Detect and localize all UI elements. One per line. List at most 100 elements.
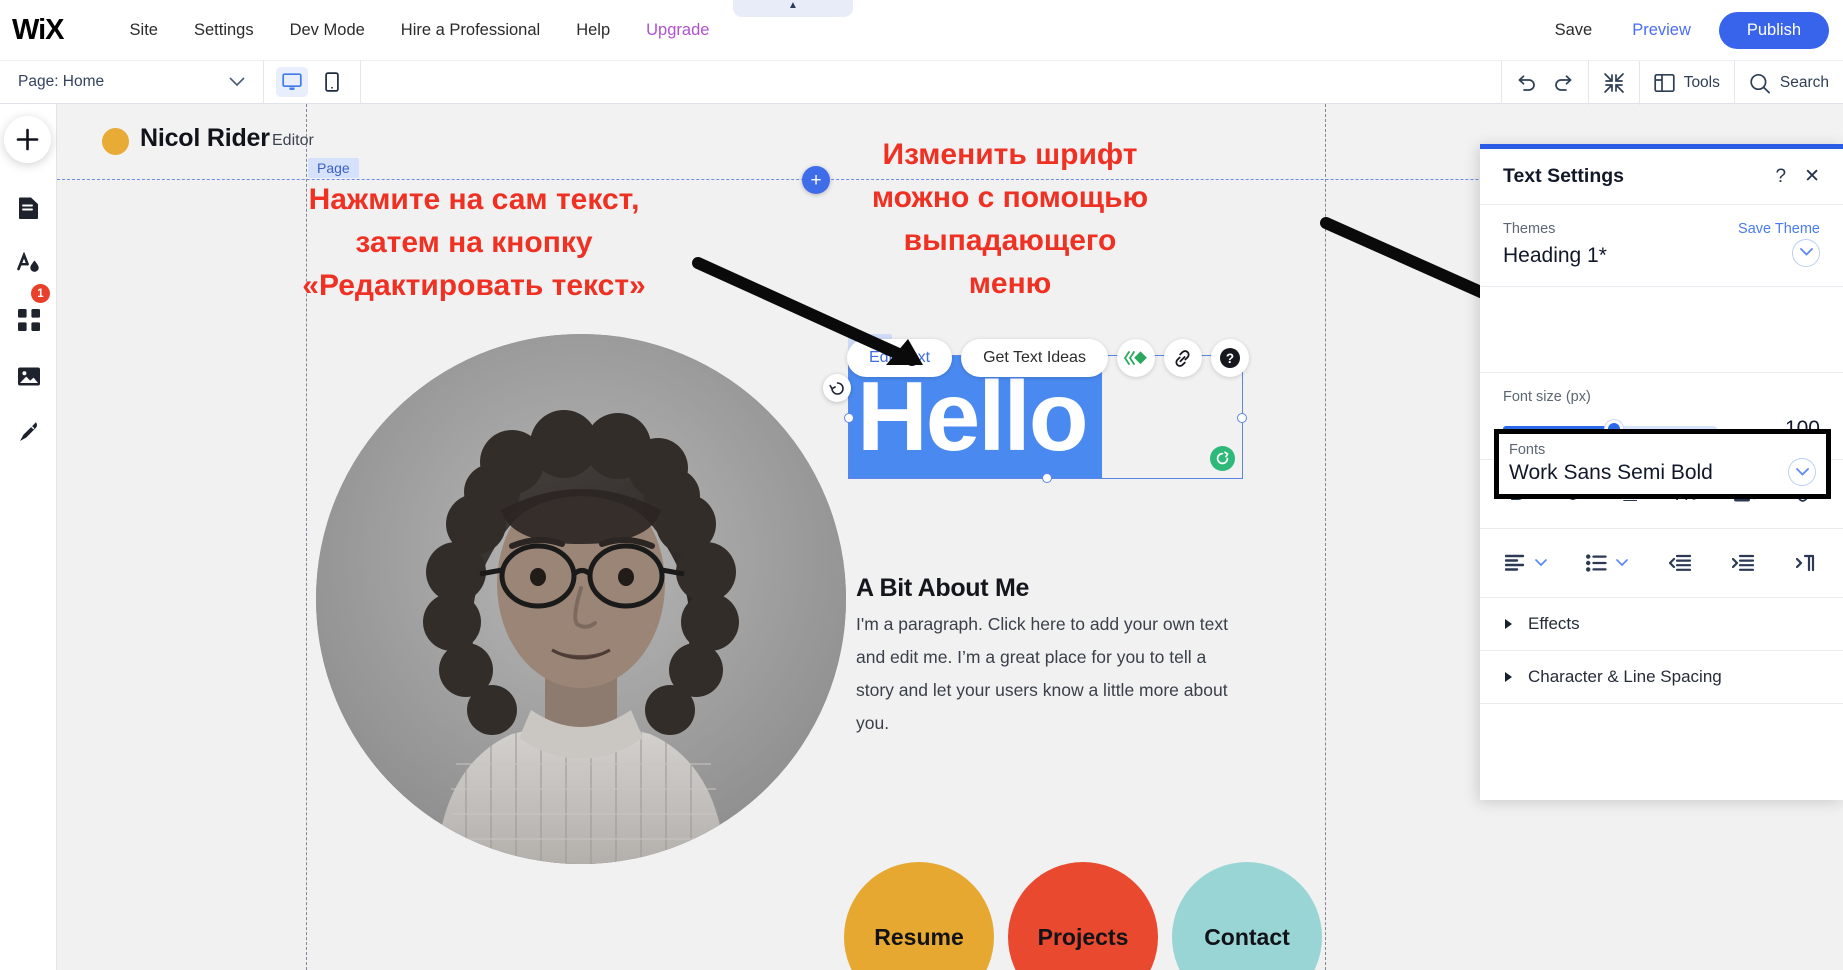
- svg-text:?: ?: [1226, 351, 1234, 366]
- panel-title: Text Settings: [1503, 165, 1624, 188]
- fonts-section: Fonts Work Sans Semi Bold: [1480, 287, 1843, 373]
- sidebar-item-pages[interactable]: [0, 180, 57, 236]
- list-style-button[interactable]: [1586, 550, 1628, 576]
- tools-button[interactable]: Tools: [1654, 73, 1720, 93]
- search-label: Search: [1780, 74, 1829, 92]
- chevron-down-icon: [1616, 559, 1628, 568]
- effects-accordion[interactable]: Effects: [1480, 598, 1843, 651]
- preview-button[interactable]: Preview: [1612, 15, 1711, 46]
- desktop-view-button[interactable]: [276, 67, 308, 97]
- fonts-label: Fonts: [1509, 442, 1816, 458]
- page-section-tag: Page: [308, 158, 359, 178]
- image-icon: [17, 366, 41, 387]
- plus-icon: [16, 128, 39, 151]
- animation-diamond-icon: [1124, 350, 1147, 366]
- about-paragraph[interactable]: I'm a paragraph. Click here to add your …: [856, 608, 1241, 740]
- text-direction-button[interactable]: [1794, 550, 1818, 576]
- rotate-handle[interactable]: [1210, 446, 1235, 471]
- undo-button[interactable]: [1516, 73, 1538, 93]
- zoom-out-group: [1588, 61, 1639, 105]
- chevron-down-icon: [1800, 248, 1813, 257]
- wix-editor-window: WiX Site Settings Dev Mode Hire a Profes…: [0, 0, 1843, 970]
- about-heading[interactable]: A Bit About Me: [856, 574, 1029, 603]
- top-bar-actions: Save Preview Publish: [1535, 0, 1829, 60]
- annotation-left-line-2: затем на кнопку: [254, 221, 694, 264]
- rotate-cw-icon: [1215, 451, 1230, 466]
- decrease-indent-button[interactable]: [1668, 550, 1692, 576]
- chevron-up-icon: ▲: [788, 0, 798, 12]
- editor-toolbar: Page: Home: [0, 60, 1843, 104]
- effects-label: Effects: [1528, 614, 1580, 634]
- text-align-button[interactable]: [1505, 550, 1547, 576]
- circle-button-contact[interactable]: Contact: [1172, 862, 1322, 970]
- annotation-left-line-1: Нажмите на сам текст,: [254, 178, 694, 221]
- left-sidebar: 1: [0, 104, 57, 970]
- save-button[interactable]: Save: [1535, 15, 1613, 46]
- circle-button-resume[interactable]: Resume: [844, 862, 994, 970]
- circle-button-projects[interactable]: Projects: [1008, 862, 1158, 970]
- resize-handle-right[interactable]: [1237, 413, 1247, 423]
- sidebar-item-site-design[interactable]: [0, 236, 57, 292]
- publish-button[interactable]: Publish: [1719, 12, 1829, 49]
- add-elements-button[interactable]: [4, 116, 51, 163]
- panel-layout-icon: [1654, 73, 1675, 93]
- animation-button[interactable]: [1117, 339, 1155, 377]
- rtl-direction-icon: [1796, 554, 1816, 572]
- increase-indent-button[interactable]: [1731, 550, 1755, 576]
- triangle-right-icon: [1505, 672, 1512, 682]
- undo-icon: [1516, 73, 1538, 93]
- resize-handle-left[interactable]: [844, 413, 854, 423]
- view-mode-switch: [264, 60, 361, 104]
- menu-item-site[interactable]: Site: [112, 15, 176, 46]
- fonts-highlight-box: Fonts Work Sans Semi Bold: [1494, 429, 1831, 499]
- zoom-out-button[interactable]: [1603, 72, 1625, 94]
- profile-photo[interactable]: [316, 334, 846, 864]
- resize-handle-bottom[interactable]: [1042, 473, 1052, 483]
- menu-item-hire-a-professional[interactable]: Hire a Professional: [383, 15, 558, 46]
- font-value-row[interactable]: Work Sans Semi Bold: [1509, 458, 1816, 486]
- sidebar-item-blog[interactable]: [0, 404, 57, 460]
- menu-item-upgrade[interactable]: Upgrade: [628, 15, 727, 46]
- page-document-icon: [18, 196, 40, 220]
- sidebar-item-media[interactable]: [0, 348, 57, 404]
- menu-item-help[interactable]: Help: [558, 15, 628, 46]
- avatar: [102, 128, 129, 155]
- chevron-down-icon: [229, 75, 245, 90]
- history-group: [1501, 61, 1588, 105]
- circle-label: Projects: [1038, 924, 1129, 951]
- theme-dropdown-button[interactable]: [1792, 239, 1820, 267]
- themes-label-row: Themes Save Theme: [1503, 221, 1820, 237]
- link-button[interactable]: [1164, 339, 1202, 377]
- help-button[interactable]: ?: [1211, 339, 1249, 377]
- bullet-list-icon: [1586, 554, 1607, 572]
- link-chain-icon: [1172, 349, 1193, 368]
- save-theme-link[interactable]: Save Theme: [1738, 221, 1820, 237]
- help-circle-icon: ?: [1219, 347, 1241, 369]
- font-size-label: Font size (px): [1503, 389, 1820, 405]
- annotation-left-line-3: «Редактировать текст»: [254, 264, 694, 307]
- menu-item-settings[interactable]: Settings: [176, 15, 272, 46]
- tools-group: Tools: [1639, 61, 1734, 105]
- panel-close-button[interactable]: ✕: [1804, 167, 1820, 186]
- font-value: Work Sans Semi Bold: [1509, 461, 1713, 485]
- apps-notification-badge: 1: [31, 284, 50, 303]
- chevron-down-icon: [1535, 559, 1547, 568]
- font-dropdown-button[interactable]: [1788, 458, 1816, 486]
- spacing-accordion[interactable]: Character & Line Spacing: [1480, 651, 1843, 704]
- wix-logo[interactable]: WiX: [12, 14, 64, 47]
- page-selector[interactable]: Page: Home: [0, 60, 264, 104]
- panel-help-button[interactable]: ?: [1776, 167, 1787, 186]
- text-settings-panel: Text Settings ? ✕ Themes Save Theme Head…: [1480, 144, 1843, 800]
- search-icon: [1749, 73, 1771, 94]
- search-button[interactable]: Search: [1749, 73, 1829, 94]
- mobile-view-button[interactable]: [316, 67, 348, 97]
- annotation-right-line-2: можно с помощью: [810, 176, 1210, 219]
- chevron-down-icon: [1796, 468, 1809, 477]
- collapse-topbar-handle[interactable]: ▲: [733, 0, 853, 17]
- portrait-illustration: [316, 334, 846, 864]
- paragraph-format-row: [1480, 529, 1843, 598]
- menu-item-dev-mode[interactable]: Dev Mode: [272, 15, 383, 46]
- redo-button[interactable]: [1552, 73, 1574, 93]
- theme-value-row[interactable]: Heading 1*: [1503, 237, 1820, 268]
- sidebar-item-apps[interactable]: [0, 292, 57, 348]
